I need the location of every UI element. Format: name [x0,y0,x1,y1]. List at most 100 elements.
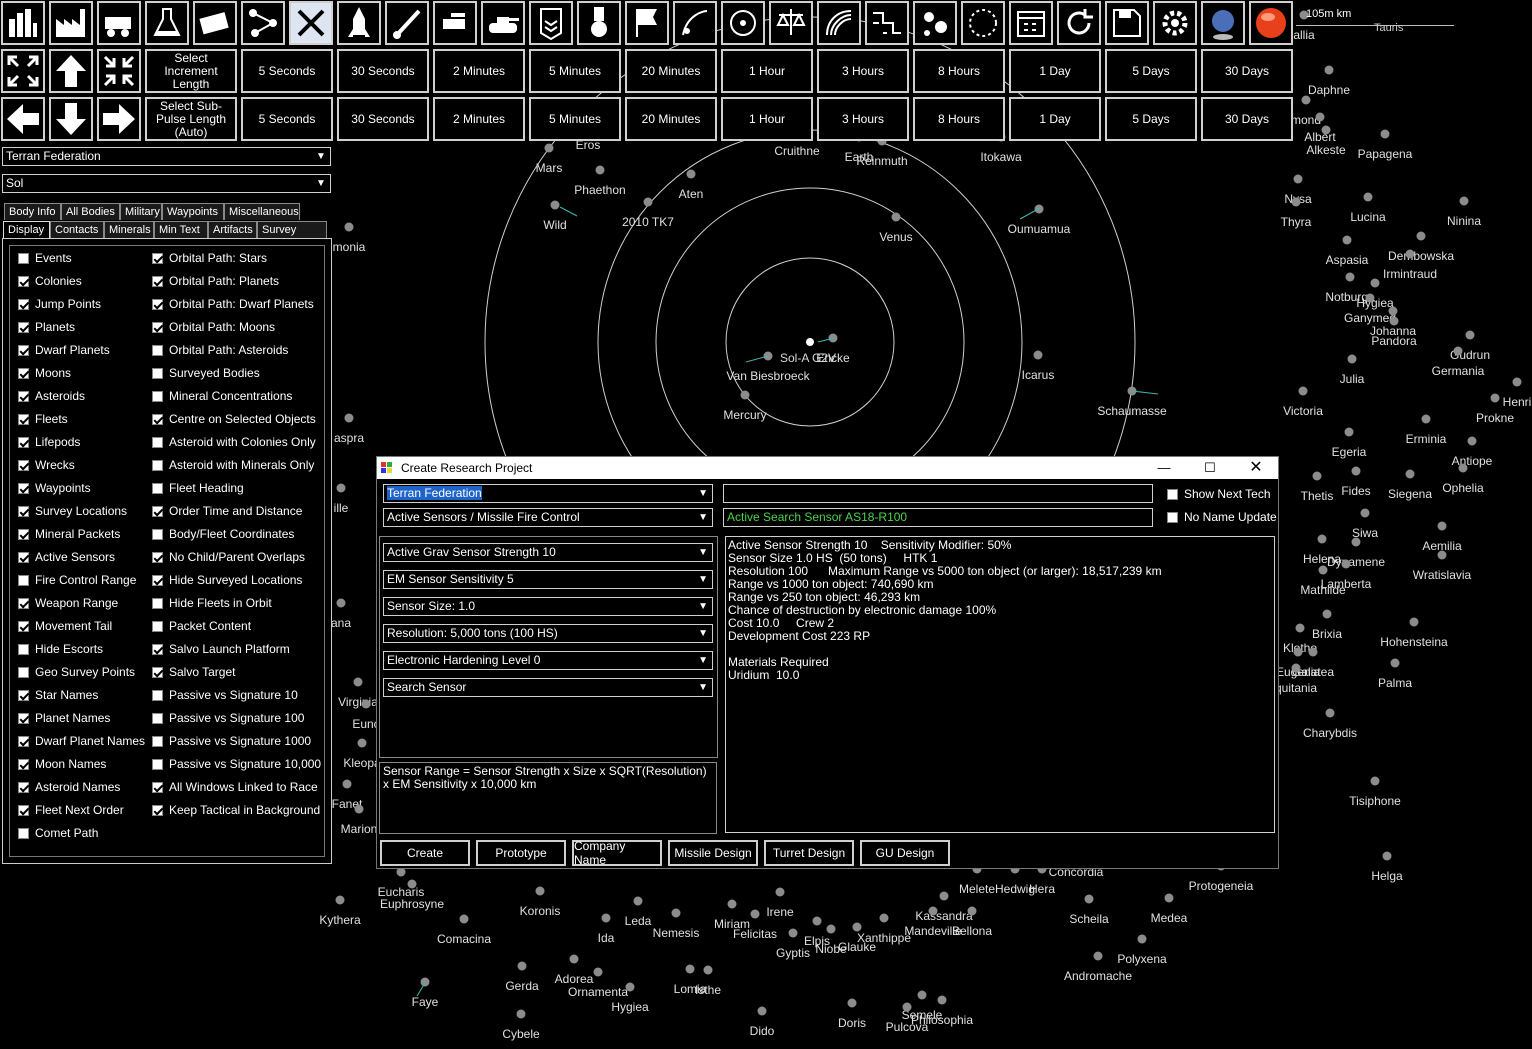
body-marker[interactable] [1322,609,1332,619]
body-marker[interactable] [407,879,417,889]
body-marker[interactable] [1033,350,1043,360]
body-marker[interactable] [812,916,822,926]
component-option-select[interactable]: Resolution: 5,000 tons (100 HS) ▼ [383,624,713,643]
display-option-checkbox[interactable]: Wrecks [18,457,75,473]
missile-design-button[interactable]: Missile Design [668,840,758,866]
body-marker[interactable] [1298,386,1308,396]
project-name-input[interactable] [723,484,1153,503]
body-marker[interactable] [344,222,354,232]
body-marker[interactable] [1512,377,1522,387]
body-marker[interactable] [1363,192,1373,202]
body-marker[interactable] [1301,95,1311,105]
body-marker[interactable] [879,913,889,923]
display-option-checkbox[interactable]: Weapon Range [18,595,118,611]
tab-min-text[interactable]: Min Text [154,221,208,238]
body-marker[interactable] [550,200,560,210]
display-option-checkbox[interactable]: Fleets [18,411,68,427]
body-marker[interactable] [336,483,346,493]
display-option-checkbox[interactable]: Order Time and Distance [152,503,302,519]
display-option-checkbox[interactable]: Passive vs Signature 1000 [152,733,311,749]
body-marker[interactable] [1421,414,1431,424]
body-marker[interactable] [1344,427,1354,437]
body-marker[interactable] [775,887,785,897]
body-marker[interactable] [686,169,696,179]
no-name-update-checkbox[interactable]: No Name Update [1167,509,1277,525]
circuit-button[interactable] [865,1,909,45]
display-option-checkbox[interactable]: Salvo Target [152,664,236,680]
body-marker[interactable] [917,990,927,1000]
pan-down-button[interactable] [49,97,93,141]
body-marker[interactable] [1453,346,1463,356]
display-option-checkbox[interactable]: Comet Path [18,825,98,841]
body-marker[interactable] [595,165,605,175]
ship-design-button[interactable] [241,1,285,45]
body-marker[interactable] [703,965,713,975]
gu-design-button[interactable]: GU Design [860,840,950,866]
body-marker[interactable] [1437,550,1447,560]
body-marker[interactable] [1308,647,1318,657]
flag-button[interactable] [625,1,669,45]
body-marker[interactable] [1347,354,1357,364]
body-marker[interactable] [967,906,977,916]
display-option-checkbox[interactable]: Dwarf Planets [18,342,110,358]
body-marker[interactable] [1315,112,1325,122]
display-option-checkbox[interactable]: Hide Fleets in Orbit [152,595,272,611]
body-marker[interactable] [1342,235,1352,245]
pan-up-button[interactable] [49,49,93,93]
body-marker[interactable] [1291,663,1301,673]
body-marker[interactable] [1459,196,1469,206]
body-marker[interactable] [1293,647,1303,657]
close-icon[interactable]: ✕ [1233,457,1279,479]
zoom-contract-button[interactable] [97,49,141,93]
display-option-checkbox[interactable]: Orbital Path: Asteroids [152,342,288,358]
galactic-map-button[interactable] [673,1,717,45]
display-option-checkbox[interactable]: Mineral Packets [18,526,120,542]
display-option-checkbox[interactable]: Keep Tactical in Background [152,802,320,818]
refresh-button[interactable] [1057,1,1101,45]
design-name-input[interactable]: Active Search Sensor AS18-R100 [723,508,1153,527]
display-option-checkbox[interactable]: Asteroids [18,388,85,404]
select-increment-label[interactable]: Select Increment Length [145,49,237,93]
body-marker[interactable] [517,961,527,971]
body-marker[interactable] [420,977,430,987]
increment-button[interactable]: 30 Days [1201,49,1293,93]
subpulse-button[interactable]: 3 Hours [817,97,909,141]
missile-launch-button[interactable] [385,1,429,45]
calendar-button[interactable] [1009,1,1053,45]
body-marker[interactable] [643,197,653,207]
prototype-button[interactable]: Prototype [476,840,566,866]
body-marker[interactable] [1093,951,1103,961]
display-option-checkbox[interactable]: Mineral Concentrations [152,388,292,404]
body-marker[interactable] [1409,617,1419,627]
body-marker[interactable] [847,998,857,1008]
body-marker[interactable] [826,924,836,934]
tab-contacts[interactable]: Contacts [50,221,104,238]
display-option-checkbox[interactable]: Movement Tail [18,618,112,634]
sun-star[interactable] [806,338,814,346]
body-marker[interactable] [1291,197,1301,207]
mining-vehicle-button[interactable] [97,1,141,45]
asteroid-button[interactable] [913,1,957,45]
body-marker[interactable] [1351,466,1361,476]
increment-button[interactable]: 8 Hours [913,49,1005,93]
body-marker[interactable] [740,390,750,400]
display-option-checkbox[interactable]: Orbital Path: Dwarf Planets [152,296,314,312]
body-marker[interactable] [671,908,681,918]
body-marker[interactable] [1324,65,1334,75]
component-option-select[interactable]: EM Sensor Sensitivity 5 ▼ [383,570,713,589]
body-marker[interactable] [1382,851,1392,861]
subpulse-button[interactable]: 5 Days [1105,97,1197,141]
body-marker[interactable] [1458,463,1468,473]
factory-button[interactable] [49,1,93,45]
race-select[interactable]: Terran Federation ▼ [2,147,331,166]
body-marker[interactable] [354,804,364,814]
diplomacy-scales-button[interactable] [769,1,813,45]
tab-body-info[interactable]: Body Info [4,203,61,220]
pan-right-button[interactable] [97,97,141,141]
body-marker[interactable] [1351,537,1361,547]
body-marker[interactable] [361,699,371,709]
body-marker[interactable] [459,914,469,924]
display-option-checkbox[interactable]: All Windows Linked to Race [152,779,318,795]
body-marker[interactable] [1389,316,1399,326]
display-option-checkbox[interactable]: No Child/Parent Overlaps [152,549,305,565]
